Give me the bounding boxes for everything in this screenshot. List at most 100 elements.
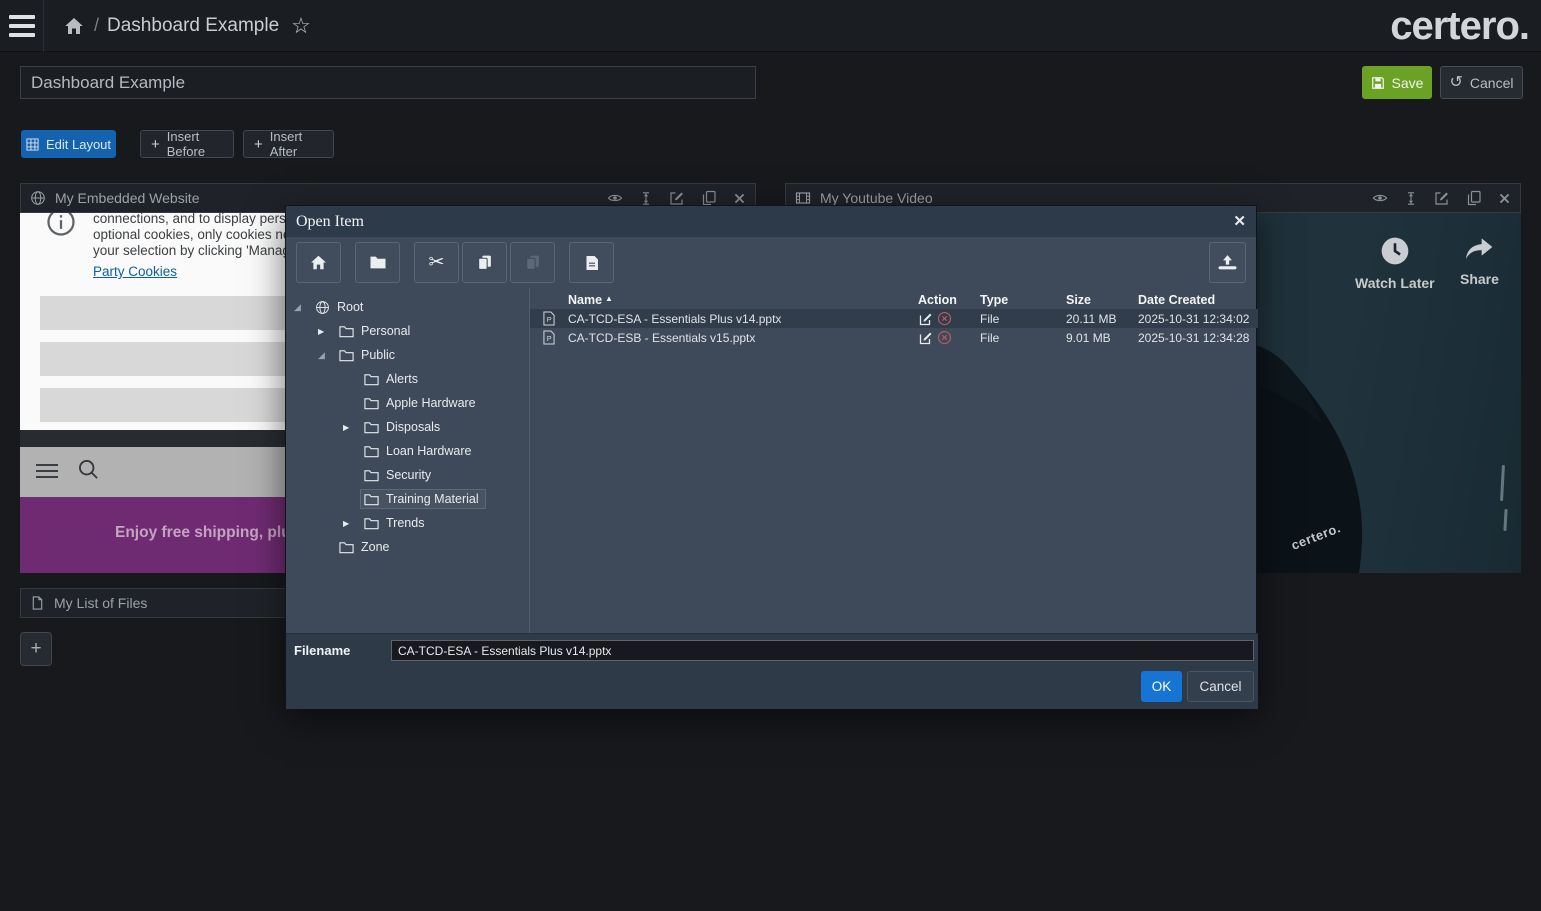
breadcrumb-title: Dashboard Example	[107, 14, 280, 36]
filename-input[interactable]	[391, 640, 1254, 661]
panel-title: My Youtube Video	[820, 190, 933, 206]
svg-text:P: P	[547, 334, 552, 343]
folder-icon	[364, 493, 379, 506]
plus-icon: +	[254, 135, 263, 153]
edit-icon[interactable]	[669, 190, 685, 206]
duplicate-icon[interactable]	[701, 190, 717, 206]
copy-icon	[478, 255, 491, 270]
file-row[interactable]: P CA-TCD-ESA - Essentials Plus v14.pptx Fi…	[530, 309, 1258, 328]
save-icon	[1371, 76, 1385, 90]
ok-button[interactable]: OK	[1141, 671, 1182, 702]
edit-file-icon[interactable]	[918, 311, 934, 327]
column-date-created[interactable]: Date Created	[1138, 293, 1258, 307]
column-size[interactable]: Size	[1066, 293, 1138, 307]
folder-icon	[370, 256, 385, 269]
powerpoint-file-icon: P	[530, 330, 568, 345]
close-panel-icon[interactable]	[733, 192, 746, 205]
add-widget-button[interactable]: +	[20, 632, 52, 666]
grid-icon	[26, 137, 39, 151]
site-menu-icon[interactable]	[36, 464, 58, 478]
modal-title: Open Item	[296, 212, 364, 230]
panel-title: My List of Files	[54, 595, 148, 611]
save-button[interactable]: Save	[1362, 66, 1432, 99]
cancel-button[interactable]: ↺ Cancel	[1440, 66, 1523, 99]
home-folder-button[interactable]	[296, 242, 341, 283]
duplicate-icon[interactable]	[1466, 190, 1482, 206]
new-file-button[interactable]	[569, 242, 614, 283]
folder-icon	[364, 517, 379, 530]
edit-file-icon[interactable]	[918, 330, 934, 346]
plus-icon: +	[151, 135, 160, 153]
preview-eye-icon[interactable]	[1372, 190, 1388, 206]
folder-icon	[364, 397, 379, 410]
tree-node-alerts[interactable]: Alerts	[286, 367, 529, 391]
folder-icon	[339, 541, 354, 554]
favorite-star-icon[interactable]: ☆	[291, 13, 311, 39]
tree-toggle-icon[interactable]: ◢	[294, 302, 311, 313]
party-cookies-link[interactable]: Party Cookies	[93, 264, 177, 279]
edit-icon[interactable]	[1434, 190, 1450, 206]
edit-layout-button[interactable]: Edit Layout	[21, 130, 116, 158]
filename-label: Filename	[294, 643, 351, 658]
share-button[interactable]: Share	[1460, 235, 1499, 287]
file-row[interactable]: P CA-TCD-ESB - Essentials v15.pptx File 9.0…	[530, 328, 1258, 347]
tree-node-personal[interactable]: ▶ Personal	[286, 319, 529, 343]
insert-after-button[interactable]: + Insert After	[243, 129, 334, 159]
share-arrow-icon	[1466, 238, 1493, 259]
undo-icon: ↺	[1449, 73, 1463, 91]
top-bar: / Dashboard Example ☆ certero.	[0, 0, 1541, 52]
open-item-modal: Open Item ✕ ✂ ◢ Root ▶ Personal ◢ Public…	[285, 205, 1258, 709]
tree-node-security[interactable]: Security	[286, 463, 529, 487]
delete-file-icon[interactable]	[937, 311, 952, 326]
cut-button[interactable]: ✂	[414, 242, 459, 283]
folder-icon	[364, 445, 379, 458]
app-root: / Dashboard Example ☆ certero. Save ↺ Ca…	[0, 0, 1541, 911]
delete-file-icon[interactable]	[937, 330, 952, 345]
tree-toggle-icon[interactable]: ▶	[343, 519, 360, 528]
dashboard-title-input[interactable]	[20, 66, 756, 99]
breadcrumb-separator: /	[94, 15, 100, 35]
panel-title: My Embedded Website	[55, 190, 200, 206]
film-icon	[795, 190, 811, 206]
home-icon[interactable]	[64, 16, 84, 36]
globe-icon	[30, 190, 46, 206]
tree-node-root[interactable]: ◢ Root	[286, 295, 529, 319]
file-list: Name ▲ Action Type Size Date Created P CA-…	[530, 288, 1258, 633]
menu-hamburger-icon[interactable]	[0, 0, 44, 52]
tree-node-disposals[interactable]: ▶ Disposals	[286, 415, 529, 439]
modal-cancel-button[interactable]: Cancel	[1187, 671, 1254, 702]
column-type[interactable]: Type	[980, 293, 1066, 307]
tree-node-training-material[interactable]: Training Material	[286, 487, 529, 511]
tree-node-loan-hardware[interactable]: Loan Hardware	[286, 439, 529, 463]
insert-before-button[interactable]: + Insert Before	[140, 129, 234, 159]
close-panel-icon[interactable]	[1498, 192, 1511, 205]
column-name[interactable]: Name ▲	[568, 293, 918, 307]
preview-eye-icon[interactable]	[607, 190, 623, 206]
tree-node-apple-hardware[interactable]: Apple Hardware	[286, 391, 529, 415]
certero-logo: certero.	[1390, 3, 1530, 48]
clock-icon	[1381, 237, 1409, 265]
tree-node-public[interactable]: ◢ Public	[286, 343, 529, 367]
modal-footer: Filename OK Cancel	[286, 633, 1258, 709]
folder-tree: ◢ Root ▶ Personal ◢ Public Alerts Apple Hardwar…	[286, 288, 530, 633]
tree-toggle-icon[interactable]: ◢	[318, 350, 335, 361]
upload-icon	[1218, 255, 1237, 270]
resize-height-icon[interactable]	[639, 191, 653, 206]
new-folder-button[interactable]	[355, 242, 400, 283]
folder-icon	[364, 469, 379, 482]
tree-toggle-icon[interactable]: ▶	[343, 423, 360, 432]
tree-node-zone[interactable]: Zone	[286, 535, 529, 559]
file-table-header: Name ▲ Action Type Size Date Created	[530, 288, 1258, 309]
tree-node-trends[interactable]: ▶ Trends	[286, 511, 529, 535]
resize-height-icon[interactable]	[1404, 191, 1418, 206]
svg-text:P: P	[547, 315, 552, 324]
site-search-icon[interactable]	[75, 456, 101, 482]
tree-toggle-icon[interactable]: ▶	[318, 327, 335, 336]
upload-button[interactable]	[1209, 242, 1246, 283]
file-rows: P CA-TCD-ESA - Essentials Plus v14.pptx Fi…	[530, 309, 1258, 347]
paste-button[interactable]	[510, 242, 555, 283]
copy-button[interactable]	[462, 242, 507, 283]
modal-close-icon[interactable]: ✕	[1233, 212, 1246, 231]
watch-later-button[interactable]: Watch Later	[1355, 235, 1435, 291]
file-icon	[30, 595, 45, 611]
